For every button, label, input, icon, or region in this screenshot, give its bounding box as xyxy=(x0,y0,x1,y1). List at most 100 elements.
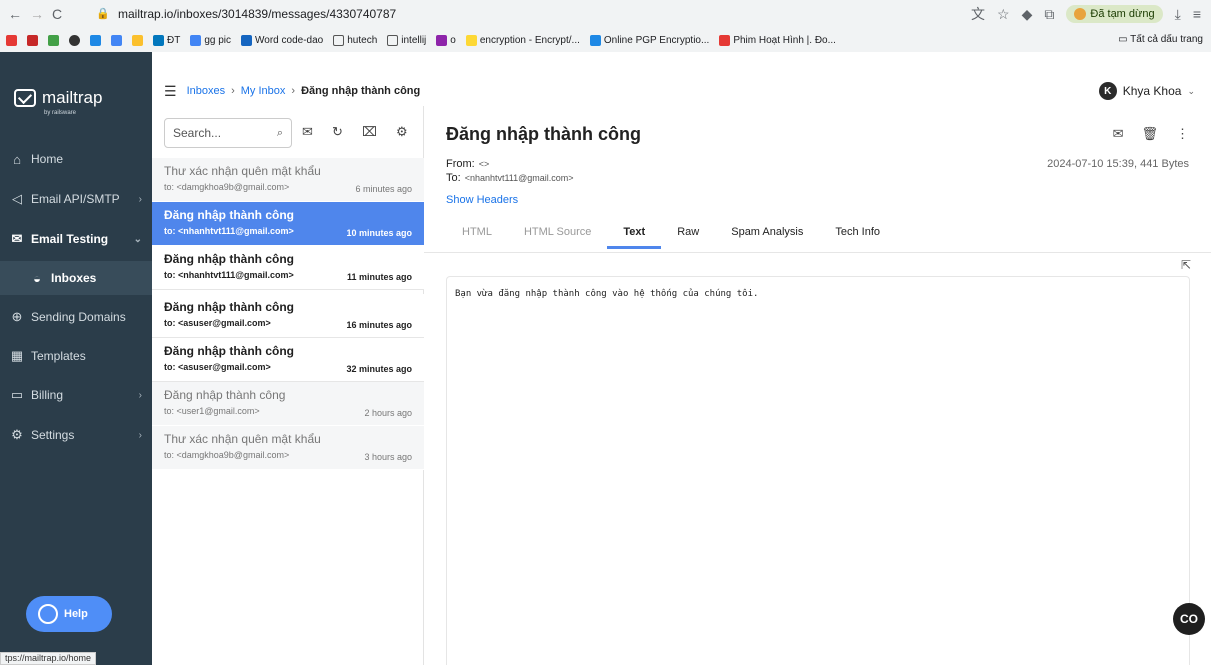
list-item[interactable]: Đăng nhập thành công to: <nhanhtvt111@gm… xyxy=(152,246,424,290)
breadcrumb-separator: › xyxy=(291,85,296,97)
sidebar-item-email-testing[interactable]: ✉ Email Testing ⌄ xyxy=(0,222,152,256)
trash-icon[interactable]: 🗑 xyxy=(1141,126,1158,142)
bookmark-item[interactable]: gg pic xyxy=(190,34,232,46)
tab-raw[interactable]: Raw xyxy=(661,218,715,249)
bookmark-item[interactable]: hutech xyxy=(333,34,377,46)
show-headers-link[interactable]: Show Headers xyxy=(446,194,518,206)
sidebar-item-email-api[interactable]: ◁ Email API/SMTP › xyxy=(0,182,152,216)
github-icon[interactable] xyxy=(69,34,80,46)
search-input[interactable]: Search... ⌕ xyxy=(164,118,292,148)
bookmark-item[interactable]: intellij xyxy=(387,34,426,46)
sidebar-item-inboxes[interactable]: ◒ Inboxes xyxy=(0,261,152,295)
list-item[interactable]: Đăng nhập thành công to: <nhanhtvt111@gm… xyxy=(152,202,424,246)
sidebar-item-templates[interactable]: ▦ Templates xyxy=(0,339,152,373)
sidebar-item-label: Billing xyxy=(31,388,64,402)
sidebar-item-label: Inboxes xyxy=(51,271,97,285)
to-label: To: xyxy=(446,172,461,184)
message-subject: Đăng nhập thành công xyxy=(164,252,294,266)
tab-tech-info[interactable]: Tech Info xyxy=(819,218,896,249)
google-icon[interactable] xyxy=(111,34,122,46)
sidebar-item-label: Home xyxy=(31,152,64,166)
template-icon: ▦ xyxy=(10,348,24,363)
apps-icon[interactable] xyxy=(48,34,59,46)
gear-icon: ⚙ xyxy=(11,427,23,442)
translate-icon[interactable]: 文 xyxy=(971,4,985,24)
bookmark-label: Phim Hoạt Hình |. Đo... xyxy=(733,34,836,46)
sidebar-item-label: Email Testing xyxy=(31,232,109,246)
bookmark-icon[interactable] xyxy=(90,34,101,46)
bookmarks-bar: ĐT gg pic Word code-dao hutech intellij … xyxy=(0,28,1211,52)
download-icon[interactable]: ⤓ xyxy=(1175,6,1181,23)
mailtrap-logo[interactable]: mailtrap xyxy=(14,88,102,108)
home-icon: ⌂ xyxy=(13,151,21,167)
bookmark-item[interactable]: ĐT xyxy=(153,34,180,46)
chevron-down-icon: ⌄ xyxy=(133,233,142,245)
message-actions: ✉ 🗑 ⋮ xyxy=(1113,126,1189,142)
search-icon: ⌕ xyxy=(276,126,283,139)
list-item[interactable]: Đăng nhập thành công to: <user1@gmail.co… xyxy=(152,382,424,426)
to-line: To: <nhanhtvt111@gmail.com> xyxy=(446,172,574,184)
lock-icon: 🔒 xyxy=(96,8,110,20)
star-icon[interactable]: ☆ xyxy=(997,6,1010,23)
refresh-icon[interactable]: ↻ xyxy=(332,124,343,140)
chevron-right-icon: › xyxy=(138,193,142,205)
forward-icon[interactable]: → xyxy=(30,6,44,22)
sidebar-item-sending-domains[interactable]: ⊕ Sending Domains xyxy=(0,300,152,334)
status-url: tps://mailtrap.io/home xyxy=(0,652,97,665)
tab-html[interactable]: HTML xyxy=(446,218,508,249)
breadcrumb-inboxes[interactable]: Inboxes xyxy=(187,85,226,97)
address-bar[interactable]: 🔒 mailtrap.io/inboxes/3014839/messages/4… xyxy=(96,3,736,25)
message-time: 2 hours ago xyxy=(364,408,412,418)
mail-icon[interactable]: ✉ xyxy=(302,124,313,140)
search-placeholder: Search... xyxy=(173,126,222,140)
list-item[interactable]: Đăng nhập thành công to: <asuser@gmail.c… xyxy=(152,338,424,382)
sidebar-item-billing[interactable]: ▭ Billing › xyxy=(0,378,152,412)
tab-spam-analysis[interactable]: Spam Analysis xyxy=(715,218,819,249)
gear-icon[interactable]: ⚙ xyxy=(396,124,408,140)
tab-html-source[interactable]: HTML Source xyxy=(508,218,607,249)
google-icon xyxy=(190,34,202,46)
reload-icon[interactable]: C xyxy=(52,6,62,22)
menu-toggle-icon[interactable]: ☰ xyxy=(164,83,177,100)
list-item[interactable]: Đăng nhập thành công to: <asuser@gmail.c… xyxy=(152,294,424,338)
list-item[interactable]: Thư xác nhận quên mật khẩu to: <damgkhoa… xyxy=(152,426,424,470)
all-bookmarks[interactable]: ▭ Tất cả dấu trang xyxy=(1118,34,1203,45)
bookmark-icon[interactable] xyxy=(6,34,17,46)
chevron-right-icon: › xyxy=(138,389,142,401)
bookmark-item[interactable]: encryption - Encrypt/... xyxy=(465,34,580,46)
bookmark-label: gg pic xyxy=(204,34,232,46)
message-list: Search... ⌕ ✉ ↻ ⌧ ⚙ Thư xác nhận quên mậ… xyxy=(152,106,424,665)
clear-inbox-icon[interactable]: ⌧ xyxy=(362,124,377,140)
help-button[interactable]: Help xyxy=(26,596,112,632)
extension-icon[interactable]: ◆ xyxy=(1022,6,1033,23)
message-body: Bạn vừa đăng nhập thành công vào hệ thốn… xyxy=(446,276,1190,665)
bookmark-item[interactable]: Phim Hoạt Hình |. Đo... xyxy=(719,34,836,46)
bookmark-icon[interactable] xyxy=(132,34,143,46)
sidebar-item-settings[interactable]: ⚙ Settings › xyxy=(0,418,152,452)
message-body-text: Bạn vừa đăng nhập thành công vào hệ thốn… xyxy=(455,289,759,299)
tab-text[interactable]: Text xyxy=(607,218,662,249)
mailtrap-logo-icon xyxy=(14,89,36,107)
back-icon[interactable]: ← xyxy=(8,6,22,22)
forward-mail-icon[interactable]: ✉ xyxy=(1113,126,1124,142)
sidebar-item-home[interactable]: ⌂ Home xyxy=(0,142,152,176)
profile-paused-button[interactable]: Đã tạm dừng xyxy=(1066,5,1163,23)
user-menu[interactable]: K Khya Khoa ⌄ xyxy=(1098,82,1195,100)
globe-icon: ⊕ xyxy=(11,309,23,324)
folder-icon xyxy=(387,34,399,46)
breadcrumb-my-inbox[interactable]: My Inbox xyxy=(241,85,286,97)
bookmark-item[interactable]: o xyxy=(436,34,456,46)
bookmark-icon xyxy=(465,34,477,46)
bookmark-item[interactable]: Word code-dao xyxy=(241,34,323,46)
chat-widget-button[interactable]: CO xyxy=(1173,603,1205,635)
gmail-icon[interactable] xyxy=(27,34,38,46)
more-icon[interactable]: ⋮ xyxy=(1176,126,1189,142)
bookmark-item[interactable]: Online PGP Encryptio... xyxy=(589,34,709,46)
menu-icon[interactable]: ≡ xyxy=(1193,6,1201,22)
youtube-icon xyxy=(719,34,731,46)
puzzle-icon[interactable]: ⧉ xyxy=(1044,6,1054,23)
external-link-icon[interactable]: ⇱ xyxy=(1181,258,1191,272)
list-item[interactable]: Thư xác nhận quên mật khẩu to: <damgkhoa… xyxy=(152,158,424,202)
message-time: 32 minutes ago xyxy=(346,364,412,374)
bookmark-icon xyxy=(589,34,601,46)
